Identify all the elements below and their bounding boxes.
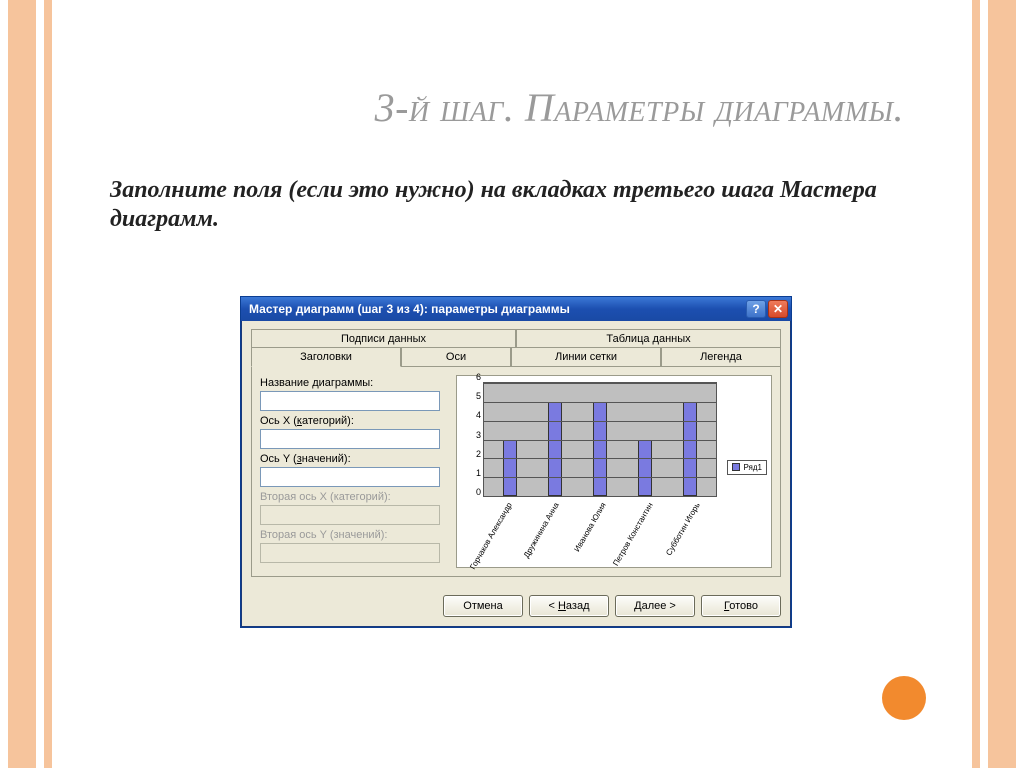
slide-subtitle: Заполните поля (если это нужно) на вклад… <box>110 176 914 234</box>
tab-titles[interactable]: Заголовки <box>251 347 401 367</box>
bar <box>638 440 652 497</box>
chart-wizard-dialog: Мастер диаграмм (шаг 3 из 4): параметры … <box>240 296 792 628</box>
legend-box: Ряд1 <box>727 460 767 475</box>
tab-gridlines[interactable]: Линии сетки <box>511 347 661 367</box>
tabpanel-titles: Название диаграммы: Ось X (категорий): О… <box>251 367 781 577</box>
slide-stripe-right-outer <box>988 0 1016 768</box>
x-tick-label: Петров Константин <box>611 501 655 567</box>
decor-dot <box>882 676 926 720</box>
x2-axis-label: Вторая ось X (категорий): <box>260 491 450 503</box>
x-axis-input[interactable] <box>260 429 440 449</box>
gridline <box>484 421 716 422</box>
y-tick-label: 1 <box>467 468 481 478</box>
x-axis-label: Ось X (категорий): <box>260 415 450 427</box>
cancel-button[interactable]: Отмена <box>443 595 523 617</box>
gridline <box>484 477 716 478</box>
slide-title: 3-й шаг. Параметры диаграммы. <box>120 84 904 131</box>
tab-axes[interactable]: Оси <box>401 347 511 367</box>
y2-axis-input <box>260 543 440 563</box>
next-button[interactable]: Далее > <box>615 595 695 617</box>
y2-axis-label: Вторая ось Y (значений): <box>260 529 450 541</box>
close-button[interactable]: ✕ <box>768 300 788 318</box>
fields-column: Название диаграммы: Ось X (категорий): О… <box>260 375 450 568</box>
dialog-button-row: Отмена < Назад Далее > Готово <box>241 587 791 627</box>
dialog-title: Мастер диаграмм (шаг 3 из 4): параметры … <box>249 302 570 316</box>
y-tick-label: 4 <box>467 410 481 420</box>
gridline <box>484 496 716 497</box>
bar <box>683 402 697 496</box>
x-tick-label: Горчаков Александр <box>469 501 515 571</box>
tabstrip-bottom: Заголовки Оси Линии сетки Легенда <box>251 347 781 367</box>
gridline <box>484 383 716 384</box>
tab-legend[interactable]: Легенда <box>661 347 781 367</box>
chart-title-input[interactable] <box>260 391 440 411</box>
gridline <box>484 458 716 459</box>
gridline <box>484 440 716 441</box>
slide-stripe-right-inner <box>972 0 980 768</box>
y-tick-label: 0 <box>467 487 481 497</box>
x-tick-label: Дружинина Анна <box>522 501 561 559</box>
x-labels: Горчаков АлександрДружинина АннаИванова … <box>483 499 717 565</box>
back-button[interactable]: < Назад <box>529 595 609 617</box>
plot-area <box>483 382 717 497</box>
y-tick-label: 6 <box>467 372 481 382</box>
y-axis-label: Ось Y (значений): <box>260 453 450 465</box>
y-axis-input[interactable] <box>260 467 440 487</box>
slide-stripe-left-inner <box>44 0 52 768</box>
y-tick-label: 3 <box>467 430 481 440</box>
slide-stripe-left-outer <box>8 0 36 768</box>
legend-text: Ряд1 <box>743 463 762 472</box>
legend-swatch <box>732 463 740 471</box>
x2-axis-input <box>260 505 440 525</box>
tab-data-labels[interactable]: Подписи данных <box>251 329 516 348</box>
tab-data-table[interactable]: Таблица данных <box>516 329 781 348</box>
bar <box>503 440 517 497</box>
y-tick-label: 5 <box>467 391 481 401</box>
y-tick-label: 2 <box>467 449 481 459</box>
dialog-body: Подписи данных Таблица данных Заголовки … <box>241 321 791 587</box>
x-tick-label: Субботин Игорь <box>664 501 702 557</box>
help-button[interactable]: ? <box>746 300 766 318</box>
bar <box>548 402 562 496</box>
chart-preview: Ряд1 Горчаков АлександрДружинина АннаИва… <box>456 375 772 568</box>
dialog-titlebar[interactable]: Мастер диаграмм (шаг 3 из 4): параметры … <box>241 297 791 321</box>
x-tick-label: Иванова Юлия <box>572 501 607 553</box>
chart-title-label: Название диаграммы: <box>260 377 450 389</box>
tabstrip-top: Подписи данных Таблица данных <box>251 329 781 348</box>
gridline <box>484 402 716 403</box>
bar <box>593 402 607 496</box>
finish-button[interactable]: Готово <box>701 595 781 617</box>
